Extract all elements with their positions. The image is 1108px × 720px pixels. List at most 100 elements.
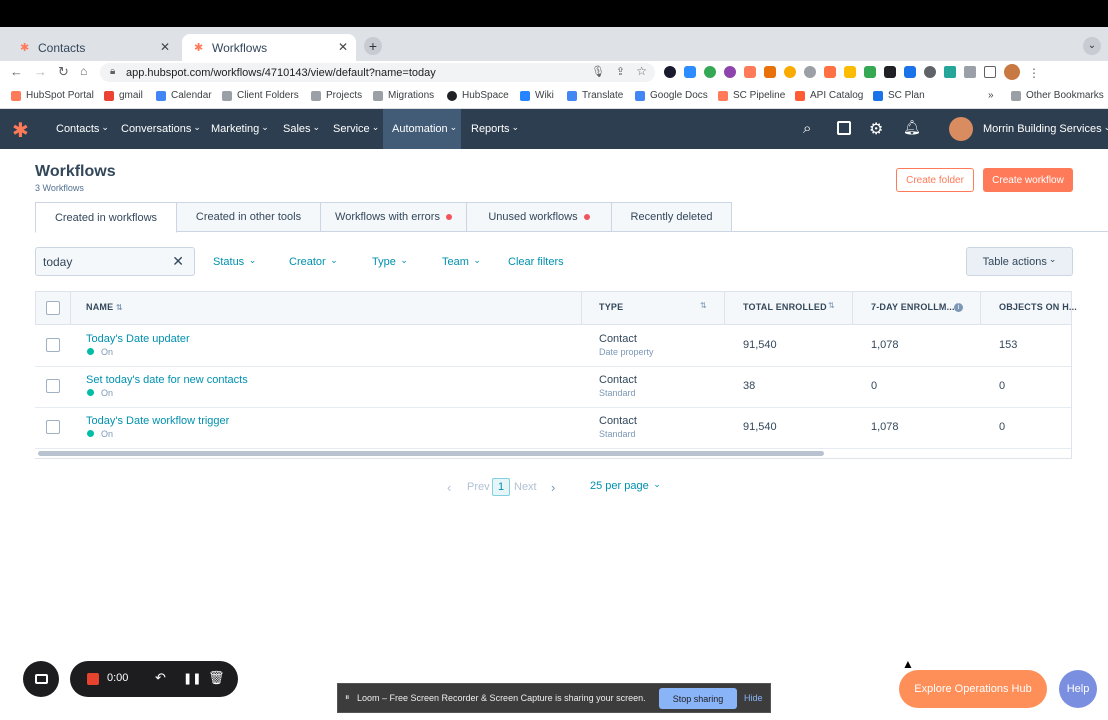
filter-type[interactable]: Type — [372, 256, 408, 268]
extension-icon[interactable] — [924, 66, 936, 78]
row-checkbox[interactable] — [46, 420, 60, 434]
extension-icon[interactable] — [664, 66, 676, 78]
stop-recording-icon[interactable] — [87, 673, 99, 685]
column-header-type[interactable]: TYPE — [599, 302, 623, 312]
filter-team[interactable]: Team — [442, 256, 481, 268]
prev-page-link[interactable]: Prev — [467, 481, 490, 493]
menu-dots-icon[interactable]: ⋮ — [1028, 66, 1040, 82]
close-tab-icon[interactable]: ✕ — [338, 40, 348, 54]
row-checkbox[interactable] — [46, 338, 60, 352]
nav-marketing[interactable]: Marketing — [211, 109, 269, 149]
pause-icon[interactable]: ❚❚ — [183, 672, 201, 685]
back-icon[interactable]: ← — [10, 64, 23, 79]
nav-sales[interactable]: Sales — [283, 109, 320, 149]
extension-icon[interactable] — [764, 66, 776, 78]
create-workflow-button[interactable]: Create workflow — [983, 168, 1073, 192]
nav-service[interactable]: Service — [333, 109, 379, 149]
nav-automation[interactable]: Automation — [392, 109, 457, 149]
puzzle-icon[interactable] — [964, 66, 976, 78]
bookmark-sc-pipeline[interactable]: SC Pipeline — [718, 90, 785, 101]
trash-icon[interactable]: 🗑︎ — [208, 670, 225, 686]
extension-icon[interactable] — [824, 66, 836, 78]
new-tab-icon[interactable]: + — [364, 37, 382, 55]
drag-handle-icon[interactable]: ⏸ — [345, 692, 350, 703]
reload-icon[interactable]: ↻ — [58, 64, 69, 80]
bookmark-client-folders[interactable]: Client Folders — [222, 90, 299, 101]
bookmark-star-icon[interactable]: ☆ — [636, 64, 647, 78]
info-icon[interactable]: i — [954, 303, 963, 312]
help-button[interactable]: Help — [1059, 670, 1097, 708]
stop-sharing-button[interactable]: Stop sharing — [659, 688, 737, 709]
next-chevron-icon[interactable]: › — [551, 480, 555, 495]
sort-icon[interactable]: ⇅ — [700, 301, 707, 310]
bookmark-hubspot-portal[interactable]: HubSpot Portal — [11, 90, 94, 101]
column-header-7-day-enrollment[interactable]: 7-DAY ENROLLM... — [871, 302, 955, 312]
bookmark-projects[interactable]: Projects — [311, 90, 362, 101]
notifications-bell-icon[interactable]: 🔔︎ — [903, 119, 921, 136]
workflow-name-link[interactable]: Today's Date workflow trigger — [86, 415, 229, 427]
close-tab-icon[interactable]: ✕ — [160, 40, 170, 54]
search-icon[interactable]: ⌕ — [803, 120, 811, 137]
workflow-name-link[interactable]: Set today's date for new contacts — [86, 374, 248, 386]
hide-button[interactable]: Hide — [744, 693, 763, 703]
tab-workflows-with-errors[interactable]: Workflows with errors — [320, 202, 467, 232]
table-actions-button[interactable]: Table actions — [966, 247, 1073, 276]
extension-icon[interactable] — [884, 66, 896, 78]
horizontal-scrollbar-thumb[interactable] — [38, 451, 824, 456]
camera-toggle-button[interactable] — [23, 661, 59, 697]
bookmark-hubspace[interactable]: HubSpace — [447, 90, 509, 101]
column-header-objects[interactable]: OBJECTS ON H... — [999, 302, 1077, 312]
workflow-name-link[interactable]: Today's Date updater — [86, 333, 190, 345]
clear-filters-link[interactable]: Clear filters — [508, 256, 564, 268]
bookmark-api-catalog[interactable]: API Catalog — [795, 90, 863, 101]
tab-recently-deleted[interactable]: Recently deleted — [611, 202, 732, 232]
bookmark-migrations[interactable]: Migrations — [373, 90, 434, 101]
profile-avatar[interactable] — [1004, 64, 1020, 80]
filter-status[interactable]: Status — [213, 256, 256, 268]
clear-search-icon[interactable]: ✕ — [172, 253, 184, 270]
extension-icon[interactable] — [784, 66, 796, 78]
tab-unused-workflows[interactable]: Unused workflows — [466, 202, 612, 232]
tab-search-icon[interactable]: ⌄ — [1083, 37, 1101, 55]
explore-operations-hub-button[interactable]: Explore Operations Hub — [899, 670, 1047, 708]
create-folder-button[interactable]: Create folder — [896, 168, 974, 192]
bookmark-sc-plan[interactable]: SC Plan — [873, 90, 925, 101]
extension-icon[interactable] — [864, 66, 876, 78]
hubspot-logo-icon[interactable]: ✱ — [12, 118, 29, 143]
microphone-icon[interactable]: 🎙︎ — [591, 65, 605, 78]
share-icon[interactable]: ⇪ — [616, 65, 625, 78]
extension-icon[interactable] — [704, 66, 716, 78]
search-input[interactable]: today ✕ — [35, 247, 195, 276]
extension-icon[interactable] — [724, 66, 736, 78]
browser-tab-workflows[interactable]: ✱ Workflows ✕ — [182, 34, 356, 61]
extension-icon[interactable] — [944, 66, 956, 78]
bookmark-other-bookmarks[interactable]: Other Bookmarks — [1011, 90, 1104, 101]
tab-created-in-other-tools[interactable]: Created in other tools — [176, 202, 321, 232]
sort-icon[interactable]: ⇅ — [828, 301, 835, 310]
bookmark-google-docs[interactable]: Google Docs — [635, 90, 708, 101]
extension-icon[interactable] — [904, 66, 916, 78]
nav-contacts[interactable]: Contacts — [56, 109, 109, 149]
bookmarks-overflow[interactable]: » — [988, 90, 994, 101]
filter-creator[interactable]: Creator — [289, 256, 338, 268]
row-checkbox[interactable] — [46, 379, 60, 393]
current-page[interactable]: 1 — [492, 478, 510, 496]
settings-gear-icon[interactable]: ⚙︎ — [869, 119, 883, 139]
extension-icon[interactable] — [684, 66, 696, 78]
bookmark-translate[interactable]: Translate — [567, 90, 623, 101]
account-avatar[interactable] — [949, 117, 973, 141]
tab-created-in-workflows[interactable]: Created in workflows — [35, 202, 177, 233]
forward-icon[interactable]: → — [34, 64, 47, 79]
next-page-link[interactable]: Next — [514, 481, 537, 493]
column-header-name[interactable]: NAME ⇅ — [86, 302, 123, 312]
browser-tab-contacts[interactable]: ✱ Contacts ✕ — [8, 34, 178, 61]
side-panel-icon[interactable] — [984, 66, 996, 78]
extension-icon[interactable] — [844, 66, 856, 78]
nav-conversations[interactable]: Conversations — [121, 109, 201, 149]
prev-chevron-icon[interactable]: ‹ — [447, 480, 451, 495]
address-bar[interactable]: 🔒︎ app.hubspot.com/workflows/4710143/vie… — [100, 63, 655, 82]
nav-reports[interactable]: Reports — [471, 109, 519, 149]
bookmark-gmail[interactable]: gmail — [104, 90, 143, 101]
bookmark-calendar[interactable]: Calendar — [156, 90, 212, 101]
bookmark-wiki[interactable]: Wiki — [520, 90, 554, 101]
